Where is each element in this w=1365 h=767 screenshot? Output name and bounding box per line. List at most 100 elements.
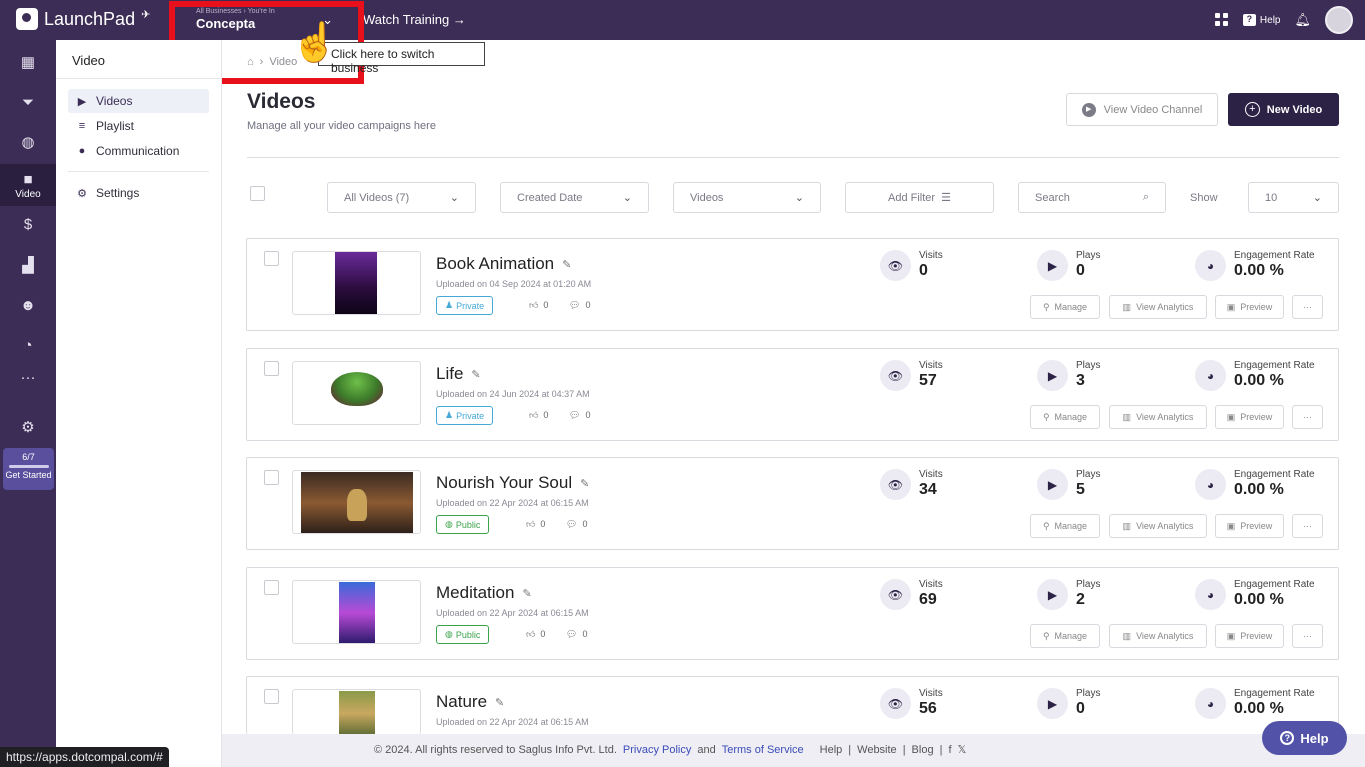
video-thumbnail[interactable]: [292, 580, 421, 644]
preview-button[interactable]: ▣ Preview: [1215, 405, 1284, 429]
more-actions-button[interactable]: ···: [1292, 624, 1323, 648]
globe-icon: ◍: [445, 629, 453, 639]
search-input[interactable]: Search ⌕: [1018, 182, 1166, 213]
page-size-select[interactable]: 10 ⌄: [1248, 182, 1339, 213]
privacy-badge[interactable]: ◍ Public: [436, 515, 490, 534]
manage-button[interactable]: ⚲ Manage: [1030, 295, 1100, 319]
video-title[interactable]: Nourish Your Soul ✎: [436, 473, 589, 493]
help-fab-button[interactable]: ? Help: [1262, 721, 1347, 755]
video-title[interactable]: Nature ✎: [436, 692, 504, 712]
pencil-icon[interactable]: ✎: [562, 258, 571, 271]
comments-count: 💬︎ 0: [566, 519, 588, 529]
breadcrumb-separator: ›: [259, 56, 264, 68]
divider: [56, 78, 222, 79]
preview-button[interactable]: ▣ Preview: [1215, 295, 1284, 319]
globe-icon[interactable]: ◍: [0, 124, 56, 160]
all-videos-value: All Videos (7): [344, 191, 410, 204]
footer-and: and: [697, 743, 716, 756]
video-thumbnail[interactable]: [292, 470, 421, 534]
video-thumbnail[interactable]: [292, 251, 421, 315]
subnav-item-label: Videos: [96, 94, 133, 108]
video-title[interactable]: Book Animation ✎: [436, 254, 571, 274]
rocket-icon: ✈: [141, 8, 151, 21]
footer-help-link[interactable]: Help: [820, 744, 843, 756]
view-video-channel-button[interactable]: ▶ View Video Channel: [1066, 93, 1218, 126]
facebook-icon[interactable]: f: [948, 744, 951, 756]
view-analytics-button[interactable]: ▥ View Analytics: [1109, 295, 1207, 319]
row-checkbox[interactable]: [264, 689, 279, 704]
add-filter-button[interactable]: Add Filter ☰: [845, 182, 994, 213]
app-logo[interactable]: LaunchPad ✈: [16, 8, 150, 30]
more-icon[interactable]: ···: [0, 359, 56, 395]
person-icon: ♟: [445, 300, 454, 310]
privacy-badge[interactable]: ♟ Private: [436, 296, 494, 315]
subnav-item-communication[interactable]: ● Communication: [68, 139, 209, 163]
help-button[interactable]: ? Help: [1242, 14, 1281, 26]
upload-date: Uploaded on 24 Jun 2024 at 04:37 AM: [436, 389, 590, 399]
avatar[interactable]: [1325, 6, 1353, 34]
manage-button[interactable]: ⚲ Manage: [1030, 514, 1100, 538]
pencil-icon[interactable]: ✎: [495, 696, 504, 709]
privacy-policy-link[interactable]: Privacy Policy: [623, 744, 691, 756]
manage-button[interactable]: ⚲ Manage: [1030, 624, 1100, 648]
apps-grid-icon[interactable]: [1214, 13, 1229, 27]
gauge-icon[interactable]: ◔: [0, 327, 56, 363]
view-analytics-button[interactable]: ▥ View Analytics: [1109, 514, 1207, 538]
dollar-icon[interactable]: $: [0, 206, 56, 242]
privacy-badge[interactable]: ◍ Public: [436, 625, 490, 644]
footer-website-link[interactable]: Website: [857, 744, 897, 756]
chevron-down-icon: ⌄: [622, 192, 632, 204]
videos-type-select[interactable]: Videos ⌄: [673, 182, 821, 213]
x-twitter-icon[interactable]: 𝕏: [958, 743, 967, 756]
more-actions-button[interactable]: ···: [1292, 405, 1323, 429]
get-started-widget[interactable]: 6/7 Get Started: [3, 448, 54, 490]
pencil-icon[interactable]: ✎: [522, 587, 531, 600]
icon-rail: ▦ ⏷ ◍ ■ Video $ ▟ ☻ ◔ ··· ⚙ 6/7 Get Star…: [0, 40, 56, 767]
more-actions-button[interactable]: ···: [1292, 514, 1323, 538]
watch-training-link[interactable]: Watch Training →: [363, 12, 466, 27]
comments-count: 💬︎ 0: [566, 629, 588, 639]
subnav-item-videos[interactable]: ▶ Videos: [68, 89, 209, 113]
row-checkbox[interactable]: [264, 251, 279, 266]
subnav-item-settings[interactable]: ⚙ Settings: [68, 181, 209, 205]
funnel-icon[interactable]: ⏷: [0, 84, 56, 120]
subnav-item-playlist[interactable]: ≡ Playlist: [68, 114, 209, 138]
pencil-icon[interactable]: ✎: [580, 477, 589, 490]
video-thumbnail[interactable]: [292, 689, 421, 735]
bell-icon[interactable]: 🔔︎: [1294, 12, 1311, 28]
row-checkbox[interactable]: [264, 580, 279, 595]
row-checkbox[interactable]: [264, 470, 279, 485]
view-analytics-button[interactable]: ▥ View Analytics: [1109, 405, 1207, 429]
footer-blog-link[interactable]: Blog: [912, 744, 934, 756]
privacy-badge[interactable]: ♟ Private: [436, 406, 494, 425]
video-thumbnail[interactable]: [292, 361, 421, 425]
analytics-icon[interactable]: ▟: [0, 247, 56, 283]
all-videos-select[interactable]: All Videos (7) ⌄: [327, 182, 476, 213]
rail-video[interactable]: ■ Video: [0, 164, 56, 206]
row-checkbox[interactable]: [264, 361, 279, 376]
get-started-bar: [8, 465, 49, 468]
manage-button[interactable]: ⚲ Manage: [1030, 405, 1100, 429]
home-icon[interactable]: ⌂: [247, 56, 254, 68]
engagement-stat: ◕ Engagement Rate 0.00 %: [1195, 360, 1315, 391]
users-icon[interactable]: ☻: [0, 287, 56, 323]
select-all-checkbox[interactable]: [250, 186, 265, 201]
preview-button[interactable]: ▣ Preview: [1215, 514, 1284, 538]
bar-chart-icon: ▥: [1122, 630, 1132, 641]
created-date-select[interactable]: Created Date ⌄: [500, 182, 649, 213]
eye-icon: 👁︎: [880, 250, 911, 281]
dashboard-icon[interactable]: ▦: [0, 44, 56, 80]
video-title[interactable]: Life ✎: [436, 364, 481, 384]
view-analytics-button[interactable]: ▥ View Analytics: [1109, 624, 1207, 648]
pencil-icon[interactable]: ✎: [471, 368, 480, 381]
more-actions-button[interactable]: ···: [1292, 295, 1323, 319]
gear-icon[interactable]: ⚙: [0, 409, 56, 445]
help-label: Help: [1259, 14, 1281, 26]
preview-button[interactable]: ▣ Preview: [1215, 624, 1284, 648]
thumbs-up-icon: 👍︎: [526, 629, 536, 639]
bar-chart-icon: ▥: [1122, 520, 1132, 531]
terms-of-service-link[interactable]: Terms of Service: [722, 744, 804, 756]
hand-cursor-icon: ☝: [291, 22, 339, 64]
video-title[interactable]: Meditation ✎: [436, 583, 532, 603]
new-video-button[interactable]: + New Video: [1228, 93, 1339, 126]
